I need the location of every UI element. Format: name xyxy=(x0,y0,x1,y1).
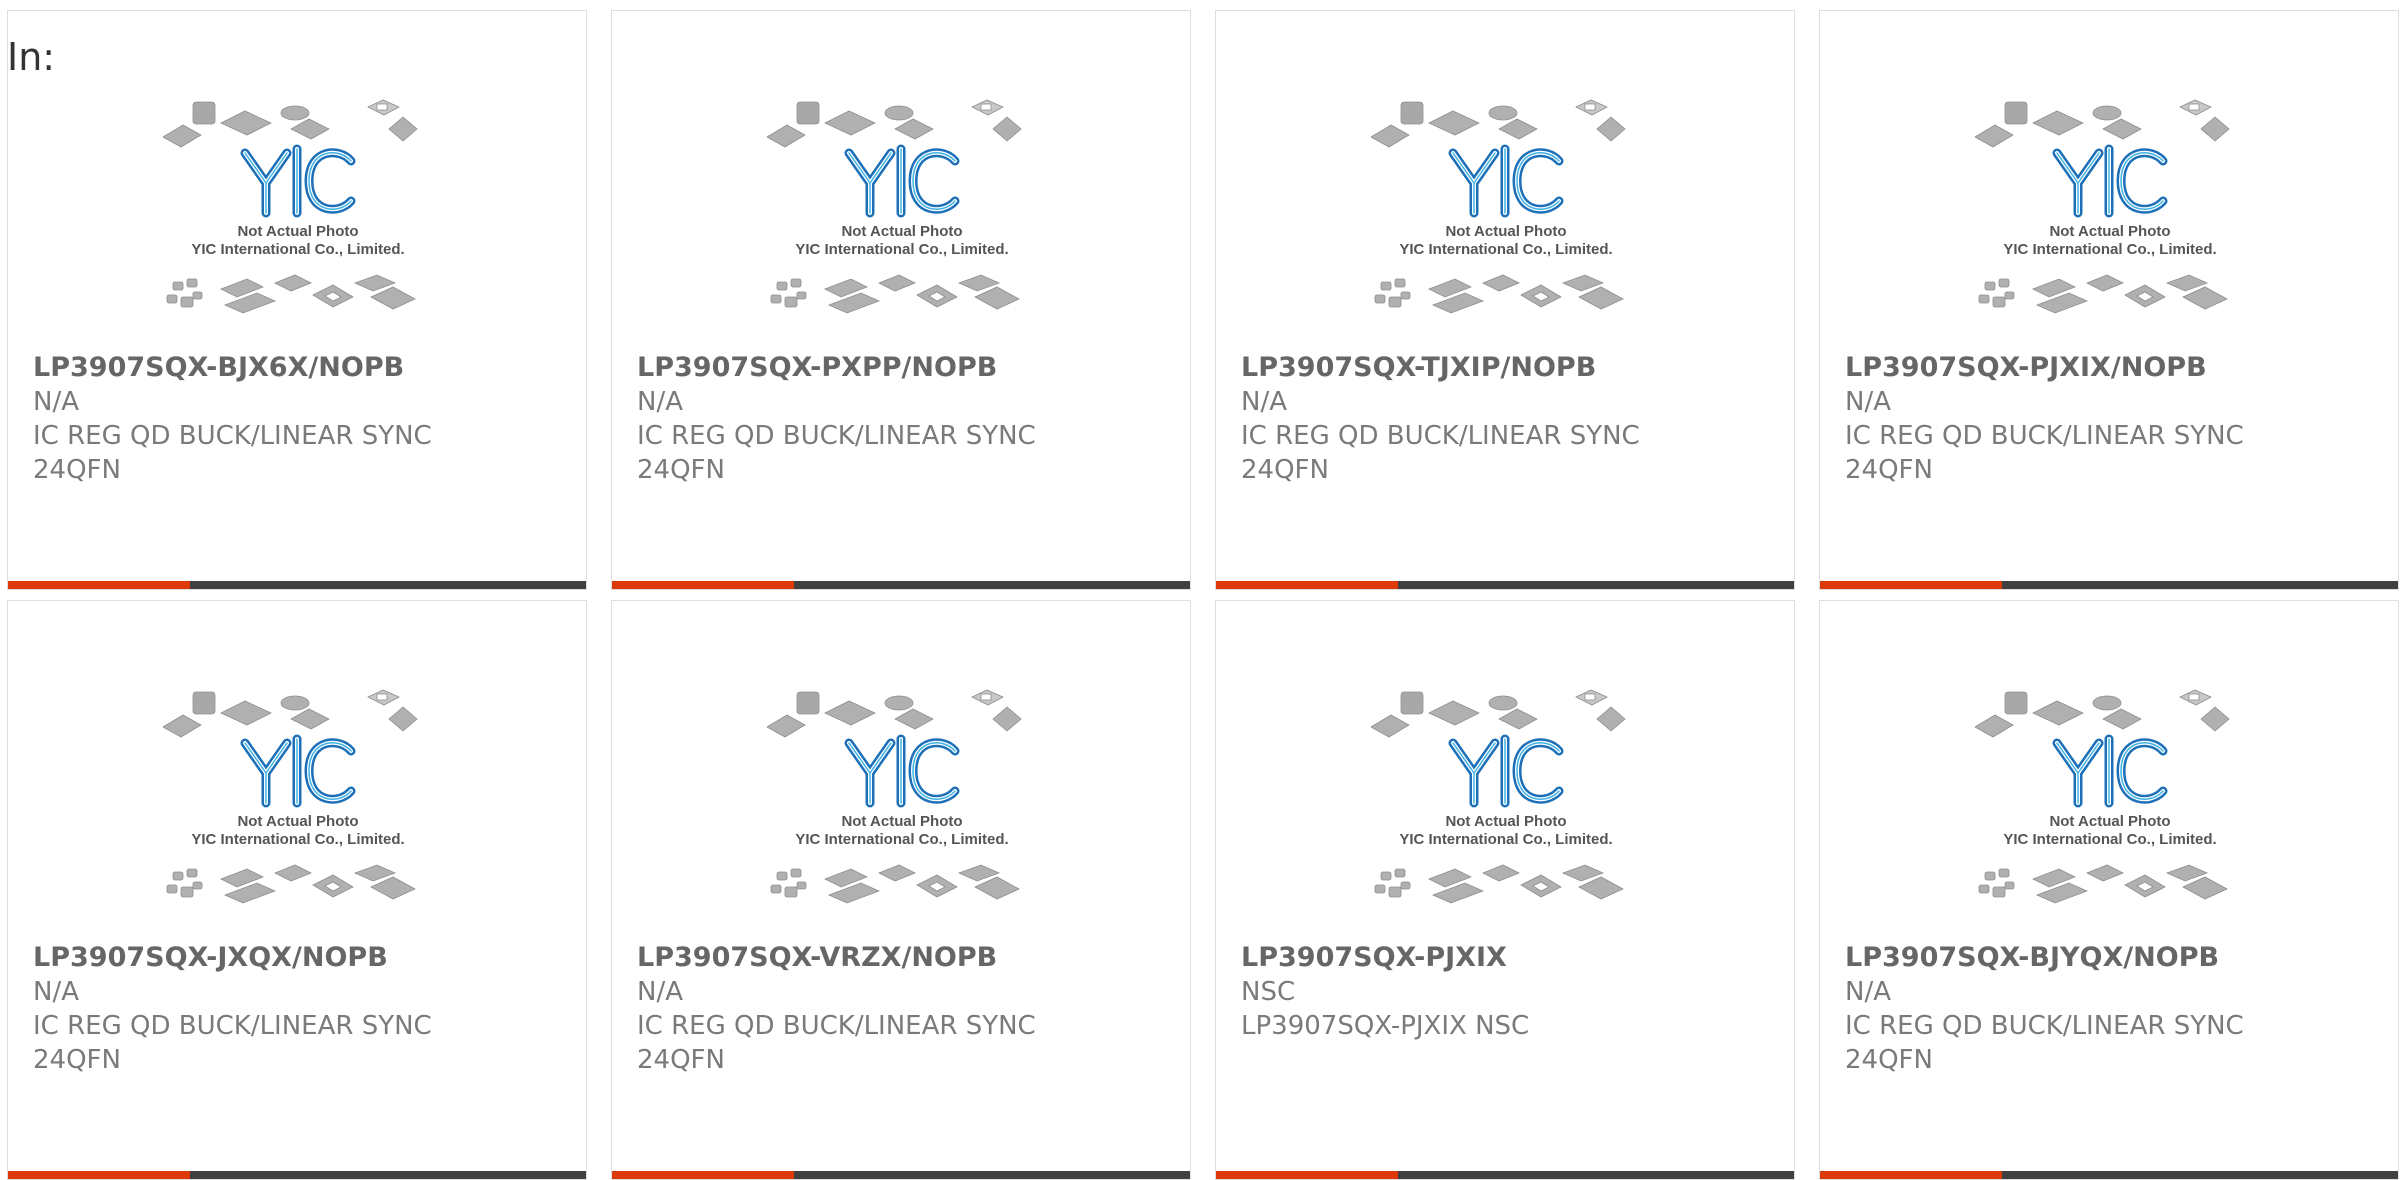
card-accent-bar xyxy=(612,581,1190,589)
placeholder-image[interactable]: Not Actual Photo YIC International Co., … xyxy=(1371,689,1641,939)
accent-bar-orange xyxy=(612,1171,794,1179)
placeholder-line1: Not Actual Photo xyxy=(841,223,962,240)
manufacturer: N/A xyxy=(1845,977,1891,1007)
manufacturer: N/A xyxy=(33,387,79,417)
accent-bar-orange xyxy=(8,581,190,589)
placeholder-line1: Not Actual Photo xyxy=(237,223,358,240)
placeholder-image[interactable]: Not Actual Photo YIC International Co., … xyxy=(1975,99,2245,349)
placeholder-line1: Not Actual Photo xyxy=(2049,813,2170,830)
description: IC REG QD BUCK/LINEAR SYNC 24QFN xyxy=(1845,1011,2244,1075)
card-accent-bar xyxy=(8,581,586,589)
card-details: LP3907SQX-BJYQX/NOPB N/A IC REG QD BUCK/… xyxy=(1845,941,2388,1077)
manufacturer: N/A xyxy=(1241,387,1287,417)
accent-bar-dark xyxy=(190,1171,586,1179)
part-number-link[interactable]: LP3907SQX-VRZX/NOPB xyxy=(637,941,1180,975)
placeholder-line2: YIC International Co., Limited. xyxy=(2003,241,2216,258)
part-number-link[interactable]: LP3907SQX-JXQX/NOPB xyxy=(33,941,576,975)
card-details: LP3907SQX-BJX6X/NOPB N/A IC REG QD BUCK/… xyxy=(33,351,576,487)
description: IC REG QD BUCK/LINEAR SYNC 24QFN xyxy=(637,1011,1036,1075)
card-accent-bar xyxy=(1820,1171,2398,1179)
accent-bar-orange xyxy=(612,581,794,589)
accent-bar-dark xyxy=(794,581,1190,589)
product-card-8[interactable]: Not Actual Photo YIC International Co., … xyxy=(1819,600,2399,1180)
card-accent-bar xyxy=(1216,1171,1794,1179)
placeholder-line2: YIC International Co., Limited. xyxy=(1399,831,1612,848)
description: IC REG QD BUCK/LINEAR SYNC 24QFN xyxy=(1241,421,1640,485)
placeholder-line1: Not Actual Photo xyxy=(237,813,358,830)
card-details: LP3907SQX-VRZX/NOPB N/A IC REG QD BUCK/L… xyxy=(637,941,1180,1077)
manufacturer: NSC xyxy=(1241,977,1296,1007)
product-card-1[interactable]: Not Actual Photo YIC International Co., … xyxy=(7,10,587,590)
accent-bar-orange xyxy=(1216,1171,1398,1179)
description: IC REG QD BUCK/LINEAR SYNC 24QFN xyxy=(33,421,432,485)
card-accent-bar xyxy=(612,1171,1190,1179)
placeholder-line2: YIC International Co., Limited. xyxy=(191,241,404,258)
product-grid: Not Actual Photo YIC International Co., … xyxy=(7,10,2399,1180)
placeholder-image[interactable]: Not Actual Photo YIC International Co., … xyxy=(163,99,433,349)
card-details: LP3907SQX-PXPP/NOPB N/A IC REG QD BUCK/L… xyxy=(637,351,1180,487)
accent-bar-orange xyxy=(1820,1171,2002,1179)
placeholder-line1: Not Actual Photo xyxy=(1445,813,1566,830)
placeholder-line1: Not Actual Photo xyxy=(1445,223,1566,240)
placeholder-line2: YIC International Co., Limited. xyxy=(795,831,1008,848)
placeholder-image[interactable]: Not Actual Photo YIC International Co., … xyxy=(767,689,1037,939)
accent-bar-dark xyxy=(1398,1171,1794,1179)
accent-bar-orange xyxy=(1216,581,1398,589)
product-card-2[interactable]: Not Actual Photo YIC International Co., … xyxy=(611,10,1191,590)
part-number-link[interactable]: LP3907SQX-PXPP/NOPB xyxy=(637,351,1180,385)
card-accent-bar xyxy=(1820,581,2398,589)
part-number-link[interactable]: LP3907SQX-BJYQX/NOPB xyxy=(1845,941,2388,975)
description: LP3907SQX-PJXIX NSC xyxy=(1241,1011,1530,1041)
card-accent-bar xyxy=(1216,581,1794,589)
placeholder-line1: Not Actual Photo xyxy=(2049,223,2170,240)
prefix-label: In: xyxy=(7,35,56,79)
description: IC REG QD BUCK/LINEAR SYNC 24QFN xyxy=(33,1011,432,1075)
accent-bar-orange xyxy=(8,1171,190,1179)
card-accent-bar xyxy=(8,1171,586,1179)
card-details: LP3907SQX-JXQX/NOPB N/A IC REG QD BUCK/L… xyxy=(33,941,576,1077)
accent-bar-dark xyxy=(1398,581,1794,589)
accent-bar-dark xyxy=(190,581,586,589)
manufacturer: N/A xyxy=(637,387,683,417)
accent-bar-dark xyxy=(2002,581,2398,589)
accent-bar-dark xyxy=(2002,1171,2398,1179)
placeholder-line2: YIC International Co., Limited. xyxy=(2003,831,2216,848)
part-number-link[interactable]: LP3907SQX-PJXIX/NOPB xyxy=(1845,351,2388,385)
placeholder-image[interactable]: Not Actual Photo YIC International Co., … xyxy=(767,99,1037,349)
part-number-link[interactable]: LP3907SQX-TJXIP/NOPB xyxy=(1241,351,1784,385)
card-details: LP3907SQX-TJXIP/NOPB N/A IC REG QD BUCK/… xyxy=(1241,351,1784,487)
product-card-3[interactable]: Not Actual Photo YIC International Co., … xyxy=(1215,10,1795,590)
accent-bar-orange xyxy=(1820,581,2002,589)
placeholder-image[interactable]: Not Actual Photo YIC International Co., … xyxy=(163,689,433,939)
placeholder-line2: YIC International Co., Limited. xyxy=(795,241,1008,258)
placeholder-image[interactable]: Not Actual Photo YIC International Co., … xyxy=(1371,99,1641,349)
product-card-5[interactable]: Not Actual Photo YIC International Co., … xyxy=(7,600,587,1180)
part-number-link[interactable]: LP3907SQX-PJXIX xyxy=(1241,941,1784,975)
card-details: LP3907SQX-PJXIX/NOPB N/A IC REG QD BUCK/… xyxy=(1845,351,2388,487)
product-card-7[interactable]: Not Actual Photo YIC International Co., … xyxy=(1215,600,1795,1180)
placeholder-line1: Not Actual Photo xyxy=(841,813,962,830)
manufacturer: N/A xyxy=(1845,387,1891,417)
description: IC REG QD BUCK/LINEAR SYNC 24QFN xyxy=(1845,421,2244,485)
product-card-4[interactable]: Not Actual Photo YIC International Co., … xyxy=(1819,10,2399,590)
description: IC REG QD BUCK/LINEAR SYNC 24QFN xyxy=(637,421,1036,485)
manufacturer: N/A xyxy=(637,977,683,1007)
card-details: LP3907SQX-PJXIX NSC LP3907SQX-PJXIX NSC xyxy=(1241,941,1784,1043)
placeholder-line2: YIC International Co., Limited. xyxy=(191,831,404,848)
placeholder-line2: YIC International Co., Limited. xyxy=(1399,241,1612,258)
part-number-link[interactable]: LP3907SQX-BJX6X/NOPB xyxy=(33,351,576,385)
product-card-6[interactable]: Not Actual Photo YIC International Co., … xyxy=(611,600,1191,1180)
accent-bar-dark xyxy=(794,1171,1190,1179)
manufacturer: N/A xyxy=(33,977,79,1007)
placeholder-image[interactable]: Not Actual Photo YIC International Co., … xyxy=(1975,689,2245,939)
